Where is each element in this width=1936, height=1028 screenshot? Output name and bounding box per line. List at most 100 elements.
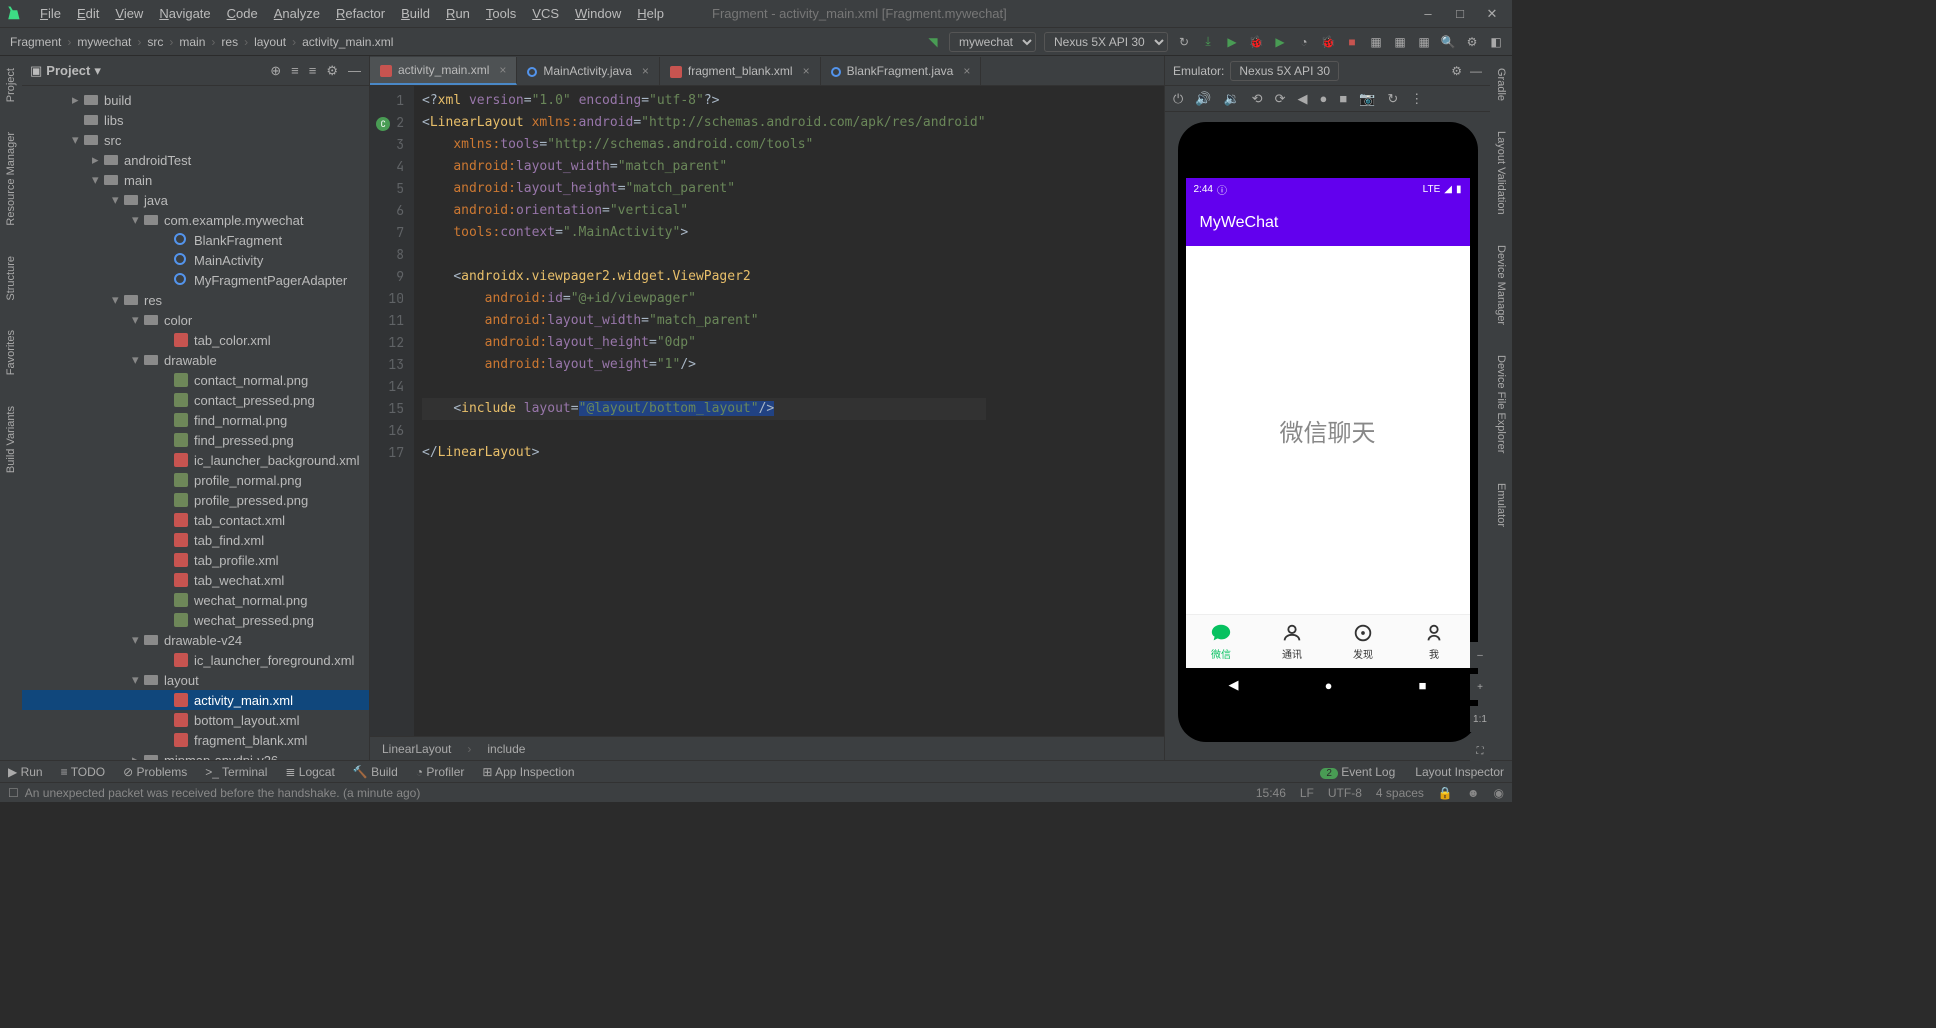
tree-node[interactable]: wechat_pressed.png: [22, 610, 369, 630]
menu-help[interactable]: Help: [629, 6, 672, 21]
tree-node[interactable]: activity_main.xml: [22, 690, 369, 710]
menu-code[interactable]: Code: [219, 6, 266, 21]
menu-refactor[interactable]: Refactor: [328, 6, 393, 21]
volume-down-icon[interactable]: 🔉: [1223, 91, 1239, 107]
rail-device-manager[interactable]: Device Manager: [1495, 239, 1507, 331]
tree-node[interactable]: bottom_layout.xml: [22, 710, 369, 730]
tree-node[interactable]: profile_pressed.png: [22, 490, 369, 510]
tree-node[interactable]: find_normal.png: [22, 410, 369, 430]
hide-panel-icon[interactable]: —: [348, 63, 361, 79]
tool-terminal[interactable]: >_ Terminal: [205, 765, 267, 779]
tree-node[interactable]: ▾com.example.mywechat: [22, 210, 369, 230]
tree-node[interactable]: wechat_normal.png: [22, 590, 369, 610]
tree-node[interactable]: tab_find.xml: [22, 530, 369, 550]
tree-node[interactable]: contact_normal.png: [22, 370, 369, 390]
tree-node[interactable]: ▾drawable-v24: [22, 630, 369, 650]
tree-node[interactable]: ▾drawable: [22, 350, 369, 370]
tree-node[interactable]: ▾java: [22, 190, 369, 210]
menu-view[interactable]: View: [107, 6, 151, 21]
tree-node[interactable]: libs: [22, 110, 369, 130]
sync-icon[interactable]: ↻: [1176, 34, 1192, 50]
more-icon[interactable]: ▦: [1416, 34, 1432, 50]
zoom-in-icon[interactable]: +: [1470, 674, 1490, 700]
menu-navigate[interactable]: Navigate: [151, 6, 218, 21]
emulator-hide-icon[interactable]: —: [1470, 64, 1482, 78]
lock-icon[interactable]: 🔒: [1438, 786, 1453, 800]
avd-icon[interactable]: ▦: [1368, 34, 1384, 50]
power-icon[interactable]: ⏻: [1173, 91, 1183, 107]
menu-analyze[interactable]: Analyze: [266, 6, 328, 21]
close-tab-icon[interactable]: ×: [499, 63, 506, 77]
sys-back-icon[interactable]: ◀: [1229, 677, 1239, 693]
code-editor[interactable]: 1C234567891011121314151617 <?xml version…: [370, 86, 1164, 736]
emulator-settings-icon[interactable]: ⚙: [1451, 64, 1462, 78]
menu-tools[interactable]: Tools: [478, 6, 524, 21]
tree-node[interactable]: ▾color: [22, 310, 369, 330]
rail-device-file-explorer[interactable]: Device File Explorer: [1495, 349, 1507, 459]
tool-todo[interactable]: ≡ TODO: [61, 765, 106, 779]
tool-profiler[interactable]: ◔ Profiler: [416, 765, 465, 779]
menu-file[interactable]: File: [32, 6, 69, 21]
tree-node[interactable]: ▸androidTest: [22, 150, 369, 170]
tree-node[interactable]: ▾main: [22, 170, 369, 190]
tree-node[interactable]: ▸build: [22, 90, 369, 110]
sys-home-icon[interactable]: ●: [1325, 678, 1333, 693]
window-close-icon[interactable]: ✕: [1484, 6, 1500, 22]
status-line-sep[interactable]: LF: [1300, 786, 1314, 800]
reload-icon[interactable]: ↻: [1387, 91, 1398, 107]
coverage-icon[interactable]: ▶: [1272, 34, 1288, 50]
tool-problems[interactable]: ⊘ Problems: [123, 765, 187, 779]
zoom-fit-icon[interactable]: 1:1: [1470, 706, 1490, 732]
tool-logcat[interactable]: ≣ Logcat: [285, 765, 334, 779]
chevron-down-icon[interactable]: ▾: [94, 63, 101, 79]
editor-tab[interactable]: BlankFragment.java×: [821, 57, 982, 85]
tool-run[interactable]: ▶ Run: [8, 765, 43, 779]
emulator-device-select[interactable]: Nexus 5X API 30: [1230, 61, 1339, 81]
tree-node[interactable]: ▾src: [22, 130, 369, 150]
tree-node[interactable]: tab_color.xml: [22, 330, 369, 350]
sys-overview-icon[interactable]: ■: [1419, 678, 1427, 693]
menu-run[interactable]: Run: [438, 6, 478, 21]
menu-build[interactable]: Build: [393, 6, 438, 21]
layout-inspector-button[interactable]: Layout Inspector: [1415, 765, 1504, 779]
rotate-left-icon[interactable]: ⟲: [1252, 91, 1263, 107]
breadcrumb-item[interactable]: res: [219, 35, 240, 49]
back-icon[interactable]: ◀: [1297, 91, 1307, 107]
close-tab-icon[interactable]: ×: [963, 64, 970, 78]
window-minimize-icon[interactable]: –: [1420, 6, 1436, 22]
project-panel-title[interactable]: Project: [46, 63, 90, 78]
tree-node[interactable]: contact_pressed.png: [22, 390, 369, 410]
rail-layout-validation[interactable]: Layout Validation: [1495, 125, 1507, 221]
attach-icon[interactable]: 🐞: [1320, 34, 1336, 50]
rail-build-variants[interactable]: Build Variants: [5, 400, 17, 479]
gear-icon[interactable]: ⚙: [326, 63, 338, 79]
tree-node[interactable]: profile_normal.png: [22, 470, 369, 490]
status-indent[interactable]: 4 spaces: [1376, 786, 1424, 800]
rail-project[interactable]: Project: [5, 62, 17, 108]
tree-node[interactable]: ic_launcher_background.xml: [22, 450, 369, 470]
zoom-expand-icon[interactable]: ⛶: [1470, 738, 1490, 764]
run-target-select[interactable]: mywechat: [949, 32, 1036, 52]
breadcrumb-item[interactable]: mywechat: [75, 35, 133, 49]
bottom-nav-item[interactable]: 发现: [1328, 615, 1399, 668]
tree-node[interactable]: BlankFragment: [22, 230, 369, 250]
bottom-nav-item[interactable]: 通讯: [1257, 615, 1328, 668]
power-save-icon[interactable]: ◉: [1494, 786, 1504, 800]
rail-resource-manager[interactable]: Resource Manager: [5, 126, 17, 232]
breadcrumb-item[interactable]: activity_main.xml: [300, 35, 395, 49]
editor-tab[interactable]: activity_main.xml×: [370, 57, 517, 85]
tree-node[interactable]: tab_profile.xml: [22, 550, 369, 570]
tree-node[interactable]: tab_contact.xml: [22, 510, 369, 530]
profile-icon[interactable]: ◔: [1296, 34, 1312, 50]
device-target-select[interactable]: Nexus 5X API 30: [1044, 32, 1168, 52]
notifications-icon[interactable]: ◧: [1488, 34, 1504, 50]
overview-icon[interactable]: ■: [1339, 91, 1347, 106]
select-opened-icon[interactable]: ⊕: [270, 63, 281, 79]
collapse-all-icon[interactable]: ≡: [309, 63, 317, 79]
rail-emulator[interactable]: Emulator: [1495, 477, 1507, 533]
footer-crumb[interactable]: include: [487, 742, 525, 756]
tool-build[interactable]: 🔨 Build: [353, 765, 398, 779]
phone-body[interactable]: 微信聊天: [1186, 246, 1470, 614]
expand-all-icon[interactable]: ≡: [291, 63, 299, 79]
menu-vcs[interactable]: VCS: [524, 6, 567, 21]
